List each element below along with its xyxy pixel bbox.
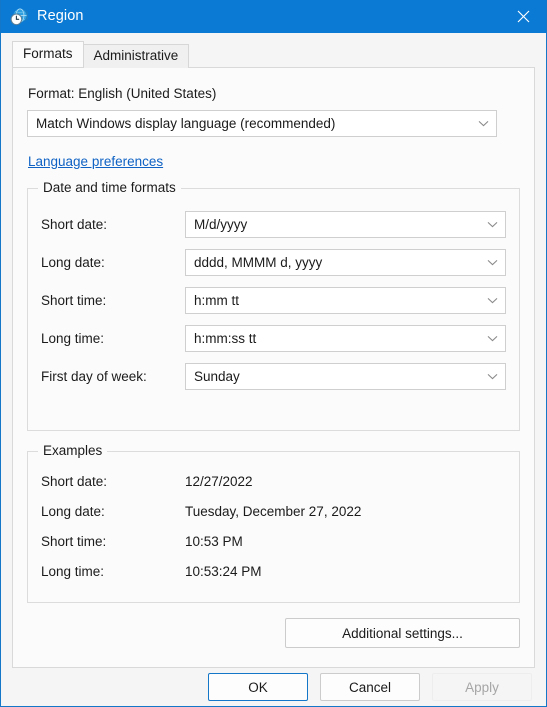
additional-settings-container: Additional settings... bbox=[285, 618, 520, 648]
field-row-short-date: Short date: M/d/yyyy bbox=[41, 211, 506, 238]
example-row-short-date: Short date: 12/27/2022 bbox=[41, 471, 506, 492]
window-title: Region bbox=[37, 8, 84, 25]
region-dialog-window: Region Formats Administrative Format: En… bbox=[0, 0, 547, 707]
example-long-time-value: 10:53:24 PM bbox=[185, 563, 262, 579]
example-row-long-date: Long date: Tuesday, December 27, 2022 bbox=[41, 501, 506, 522]
short-date-value: M/d/yyyy bbox=[194, 216, 248, 232]
examples-legend: Examples bbox=[38, 443, 108, 459]
short-time-value: h:mm tt bbox=[194, 292, 240, 308]
format-combobox-value: Match Windows display language (recommen… bbox=[36, 115, 336, 131]
apply-button: Apply bbox=[432, 673, 532, 701]
short-date-combobox[interactable]: M/d/yyyy bbox=[185, 211, 506, 238]
additional-settings-button[interactable]: Additional settings... bbox=[285, 618, 520, 648]
long-date-label: Long date: bbox=[41, 254, 105, 270]
example-short-time-label: Short time: bbox=[41, 533, 107, 549]
chevron-down-icon bbox=[485, 221, 499, 228]
date-time-formats-legend: Date and time formats bbox=[38, 180, 181, 196]
field-row-short-time: Short time: h:mm tt bbox=[41, 287, 506, 314]
example-short-date-value: 12/27/2022 bbox=[185, 473, 253, 489]
tab-administrative-label: Administrative bbox=[93, 48, 179, 63]
example-short-time-value: 10:53 PM bbox=[185, 533, 243, 549]
ok-button[interactable]: OK bbox=[208, 673, 308, 701]
example-short-date-label: Short date: bbox=[41, 473, 108, 489]
chevron-down-icon bbox=[485, 259, 499, 266]
examples-group: Examples Short date: 12/27/2022 Long dat… bbox=[27, 443, 520, 603]
formats-tab-panel: Format: English (United States) Match Wi… bbox=[12, 67, 535, 668]
long-time-value: h:mm:ss tt bbox=[194, 330, 257, 346]
first-day-of-week-label: First day of week: bbox=[41, 368, 147, 384]
field-row-first-day-of-week: First day of week: Sunday bbox=[41, 363, 506, 390]
short-time-label: Short time: bbox=[41, 292, 107, 308]
chevron-down-icon bbox=[485, 373, 499, 380]
first-day-of-week-value: Sunday bbox=[194, 368, 240, 384]
example-long-time-label: Long time: bbox=[41, 563, 105, 579]
tab-strip: Formats Administrative bbox=[1, 41, 546, 68]
format-combobox[interactable]: Match Windows display language (recommen… bbox=[27, 110, 497, 137]
chevron-down-icon bbox=[485, 297, 499, 304]
long-date-combobox[interactable]: dddd, MMMM d, yyyy bbox=[185, 249, 506, 276]
long-time-label: Long time: bbox=[41, 330, 105, 346]
long-time-combobox[interactable]: h:mm:ss tt bbox=[185, 325, 506, 352]
tab-administrative[interactable]: Administrative bbox=[82, 44, 190, 68]
field-row-long-time: Long time: h:mm:ss tt bbox=[41, 325, 506, 352]
date-time-formats-group: Date and time formats Short date: M/d/yy… bbox=[27, 180, 520, 431]
title-bar: Region bbox=[1, 0, 546, 33]
tab-formats-label: Formats bbox=[23, 46, 73, 61]
dialog-footer: OK Cancel Apply bbox=[1, 668, 546, 706]
cancel-button[interactable]: Cancel bbox=[320, 673, 420, 701]
first-day-of-week-combobox[interactable]: Sunday bbox=[185, 363, 506, 390]
short-date-label: Short date: bbox=[41, 216, 108, 232]
example-long-date-label: Long date: bbox=[41, 503, 105, 519]
chevron-down-icon bbox=[476, 120, 490, 127]
region-globe-clock-icon bbox=[10, 8, 29, 26]
format-label: Format: English (United States) bbox=[28, 86, 217, 101]
tab-formats[interactable]: Formats bbox=[12, 41, 84, 67]
short-time-combobox[interactable]: h:mm tt bbox=[185, 287, 506, 314]
field-row-long-date: Long date: dddd, MMMM d, yyyy bbox=[41, 249, 506, 276]
long-date-value: dddd, MMMM d, yyyy bbox=[194, 254, 323, 270]
example-row-short-time: Short time: 10:53 PM bbox=[41, 531, 506, 552]
chevron-down-icon bbox=[485, 335, 499, 342]
close-icon[interactable] bbox=[500, 0, 546, 33]
example-row-long-time: Long time: 10:53:24 PM bbox=[41, 561, 506, 582]
example-long-date-value: Tuesday, December 27, 2022 bbox=[185, 503, 362, 519]
language-preferences-link[interactable]: Language preferences bbox=[28, 154, 163, 169]
